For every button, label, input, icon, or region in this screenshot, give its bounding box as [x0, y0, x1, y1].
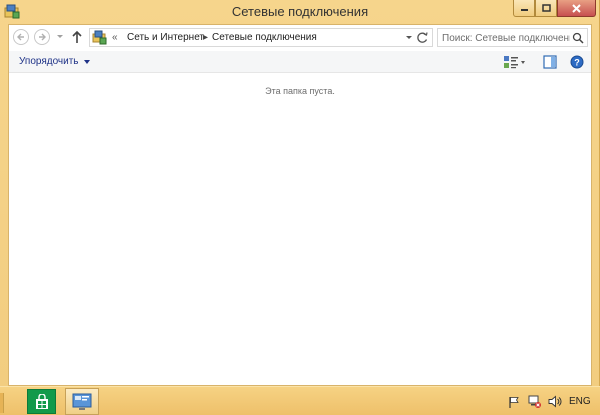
- organize-button[interactable]: Упорядочить: [19, 56, 90, 67]
- svg-text:?: ?: [574, 58, 580, 68]
- search-input[interactable]: [442, 31, 570, 45]
- view-options-dropdown[interactable]: [521, 61, 525, 64]
- volume-icon[interactable]: [548, 395, 562, 408]
- empty-folder-message: Эта папка пуста.: [265, 86, 335, 96]
- system-tray: ENG: [500, 387, 600, 415]
- breadcrumb-overflow[interactable]: «: [112, 32, 118, 43]
- search-icon[interactable]: [572, 32, 584, 44]
- forward-button[interactable]: [34, 29, 50, 45]
- minimize-icon: [520, 9, 528, 11]
- address-history-dropdown[interactable]: [406, 36, 412, 39]
- forward-arrow-icon: [39, 33, 46, 41]
- title-bar[interactable]: Сетевые подключения: [0, 0, 600, 24]
- help-icon[interactable]: ?: [570, 55, 584, 69]
- command-bar: Упорядочить ?: [9, 51, 591, 73]
- caption-buttons: [513, 0, 596, 17]
- navigation-bar: « Сеть и Интернет ▸ Сетевые подключения: [9, 25, 591, 51]
- store-taskbar-button[interactable]: [27, 389, 56, 414]
- breadcrumb-item[interactable]: Сеть и Интернет: [127, 32, 204, 43]
- minimize-button[interactable]: [513, 0, 535, 17]
- network-error-icon[interactable]: [528, 395, 541, 408]
- taskbar: ENG: [0, 386, 600, 415]
- recent-locations-dropdown[interactable]: [57, 35, 63, 38]
- explorer-window: Сетевые подключения « Сеть и Интернет ▸ …: [0, 0, 600, 386]
- show-desktop-button[interactable]: [0, 393, 4, 413]
- preview-pane-icon[interactable]: [543, 55, 557, 69]
- close-button[interactable]: [557, 0, 596, 17]
- breadcrumb-item[interactable]: Сетевые подключения: [212, 32, 317, 43]
- close-icon: [572, 3, 581, 13]
- input-language-indicator[interactable]: ENG: [569, 396, 591, 407]
- search-box[interactable]: [437, 28, 588, 47]
- chevron-down-icon: [83, 59, 90, 64]
- breadcrumb-separator[interactable]: ▸: [203, 32, 208, 43]
- window-title: Сетевые подключения: [231, 4, 369, 19]
- back-button[interactable]: [13, 29, 29, 45]
- up-arrow-icon[interactable]: [70, 29, 84, 45]
- flag-icon[interactable]: [508, 396, 520, 408]
- back-arrow-icon: [17, 33, 24, 41]
- explorer-content: « Сеть и Интернет ▸ Сетевые подключения: [8, 24, 592, 386]
- view-options-icon[interactable]: [503, 55, 519, 69]
- maximize-button[interactable]: [535, 0, 557, 17]
- network-folder-icon: [92, 30, 107, 45]
- organize-label: Упорядочить: [19, 56, 79, 67]
- maximize-icon: [541, 4, 551, 12]
- control-panel-taskbar-button[interactable]: [65, 388, 99, 415]
- address-bar[interactable]: « Сеть и Интернет ▸ Сетевые подключения: [89, 28, 433, 47]
- explorer-icon: [72, 393, 92, 410]
- store-icon: [35, 393, 48, 409]
- refresh-icon[interactable]: [415, 30, 430, 45]
